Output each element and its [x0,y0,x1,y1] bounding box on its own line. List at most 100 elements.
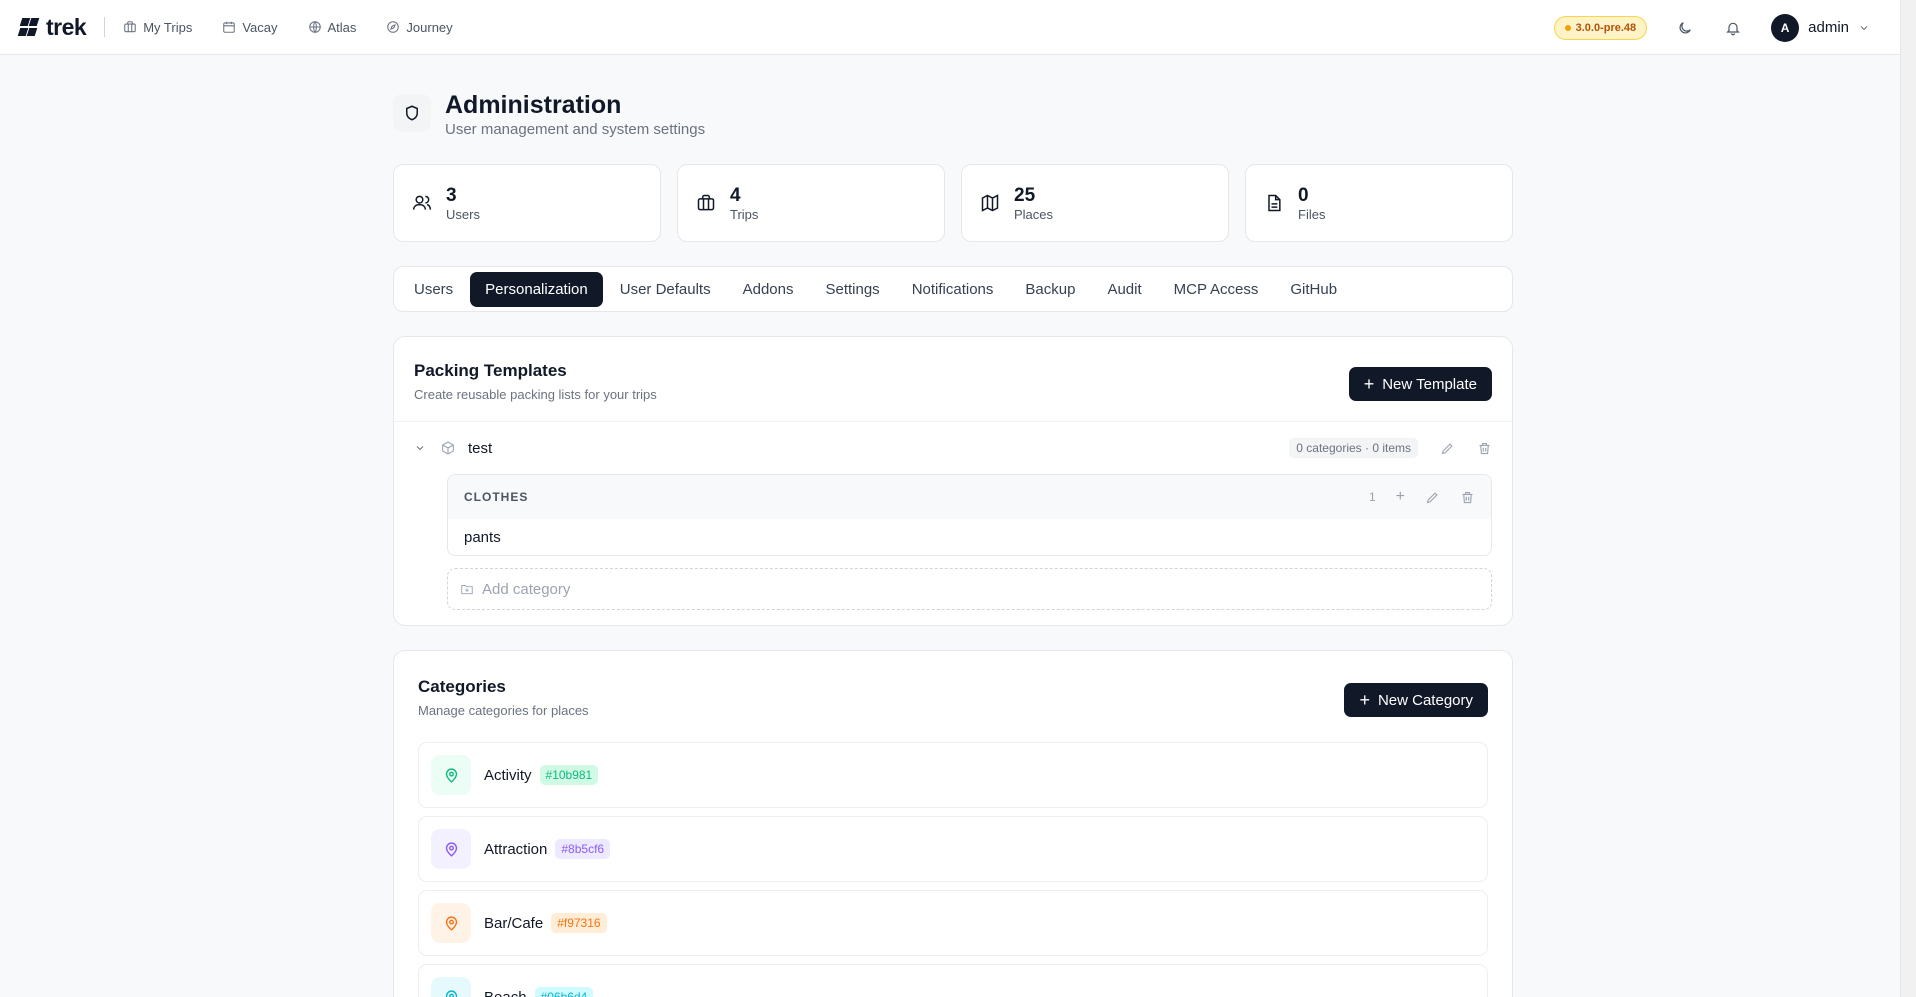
stat-files: 0 Files [1245,164,1513,242]
version-badge[interactable]: 3.0.0-pre.48 [1553,15,1648,40]
nav-my-trips[interactable]: My Trips [123,20,192,35]
nav-label: Vacay [242,19,278,35]
stat-label: Files [1298,206,1326,222]
add-item-button[interactable]: + [1396,489,1405,505]
pencil-icon [1426,491,1438,503]
page-subtitle: User management and system settings [445,121,706,138]
category-name: Beach [484,988,527,997]
delete-template-button[interactable] [1477,441,1492,456]
tab-audit[interactable]: Audit [1092,272,1156,307]
page-scrollbar[interactable] [1900,0,1916,997]
category-row[interactable]: Bar/Cafe #f97316 [418,890,1488,956]
file-icon [1268,194,1281,212]
new-template-button[interactable]: + New Template [1348,367,1492,401]
category-icon-box [431,977,471,997]
users-icon [412,195,432,210]
version-text: 3.0.0-pre.48 [1575,21,1637,34]
page-title: Administration [445,91,622,119]
edit-template-button[interactable] [1440,441,1455,456]
category-name: CLOTHES [464,490,529,504]
stat-label: Trips [730,206,759,222]
tab-addons[interactable]: Addons [728,272,809,307]
briefcase-icon [697,194,715,211]
template-row[interactable]: test 0 categories · 0 items [394,422,1512,474]
nav-divider [104,17,106,37]
category-name: Activity [484,766,532,784]
add-category-button[interactable]: Add category [447,568,1492,610]
plus-icon: + [1363,374,1375,394]
map-pin-icon [445,841,457,857]
map-icon [981,194,999,212]
packing-templates-card: Packing Templates Create reusable packin… [393,336,1513,626]
category-row[interactable]: Attraction #8b5cf6 [418,816,1488,882]
section-subtitle: Manage categories for places [418,703,589,718]
tab-backup[interactable]: Backup [1010,272,1090,307]
category-item-count: 1 [1368,490,1376,504]
tab-notifications[interactable]: Notifications [897,272,1009,307]
color-code-badge: #06b6d4 [534,987,594,997]
delete-category-button[interactable] [1460,490,1475,505]
list-item[interactable]: pants [448,519,1491,555]
user-name: admin [1808,19,1849,36]
nav-vacay[interactable]: Vacay [222,19,278,35]
map-pin-icon [445,767,457,783]
globe-icon [308,21,321,33]
stat-value: 25 [1014,184,1036,206]
template-name: test [468,439,493,457]
button-label: New Category [1377,691,1473,709]
briefcase-icon [124,21,136,33]
app-logo[interactable]: trek [17,14,87,41]
edit-category-button[interactable] [1425,490,1440,505]
tab-personalization[interactable]: Personalization [470,271,603,307]
color-code-badge: #8b5cf6 [555,839,611,859]
nav-label: Journey [406,19,453,35]
user-menu[interactable]: A admin [1771,13,1870,42]
nav-journey[interactable]: Journey [386,19,453,35]
admin-tabs: Users Personalization User Defaults Addo… [393,266,1513,312]
moon-icon [1679,21,1692,33]
top-nav-bar: trek My Trips Vacay Atlas Journey 3.0.0-… [0,0,1900,55]
avatar: A [1771,13,1800,42]
notifications-button[interactable] [1723,18,1743,38]
category-name: Attraction [484,840,548,858]
section-title: Packing Templates [414,361,567,380]
dark-mode-toggle[interactable] [1675,18,1695,38]
category-icon-box [431,755,471,795]
category-icon-box [431,903,471,943]
nav-atlas[interactable]: Atlas [308,19,357,35]
category-row[interactable]: Activity #10b981 [418,742,1488,808]
color-code-badge: #10b981 [539,765,599,785]
new-category-button[interactable]: + New Category [1344,683,1488,717]
button-label: New Template [1382,375,1477,393]
category-row[interactable]: Beach #06b6d4 [418,964,1488,997]
admin-icon-box [393,94,431,132]
chevron-down-icon[interactable] [414,442,426,454]
section-title: Categories [418,677,506,696]
page-header: Administration User management and syste… [393,90,705,138]
stat-value: 4 [730,184,741,206]
template-count-badge: 0 categories · 0 items [1289,438,1418,458]
calendar-icon [223,21,236,33]
stats-row: 3 Users 4 Trips 25 Places 0 Files [393,164,1513,242]
section-subtitle: Create reusable packing lists for your t… [414,387,657,402]
tab-user-defaults[interactable]: User Defaults [605,272,726,307]
template-category: CLOTHES 1 + pants [447,474,1492,556]
trek-logo-icon [17,16,40,38]
compass-icon [387,21,400,33]
stat-label: Places [1014,206,1054,222]
package-icon [442,441,454,455]
categories-card: Categories Manage categories for places … [393,650,1513,997]
category-icon-box [431,829,471,869]
nav-label: Atlas [327,19,357,35]
tab-users[interactable]: Users [399,272,468,307]
bell-icon [1726,22,1740,35]
tab-mcp-access[interactable]: MCP Access [1159,272,1274,307]
color-code-badge: #f97316 [551,913,607,933]
category-name: Bar/Cafe [484,914,544,932]
plus-icon: + [1359,690,1370,710]
stat-value: 3 [446,184,457,206]
pencil-icon [1441,442,1453,454]
status-dot-icon [1564,24,1571,31]
tab-settings[interactable]: Settings [810,272,894,307]
tab-github[interactable]: GitHub [1275,272,1352,307]
